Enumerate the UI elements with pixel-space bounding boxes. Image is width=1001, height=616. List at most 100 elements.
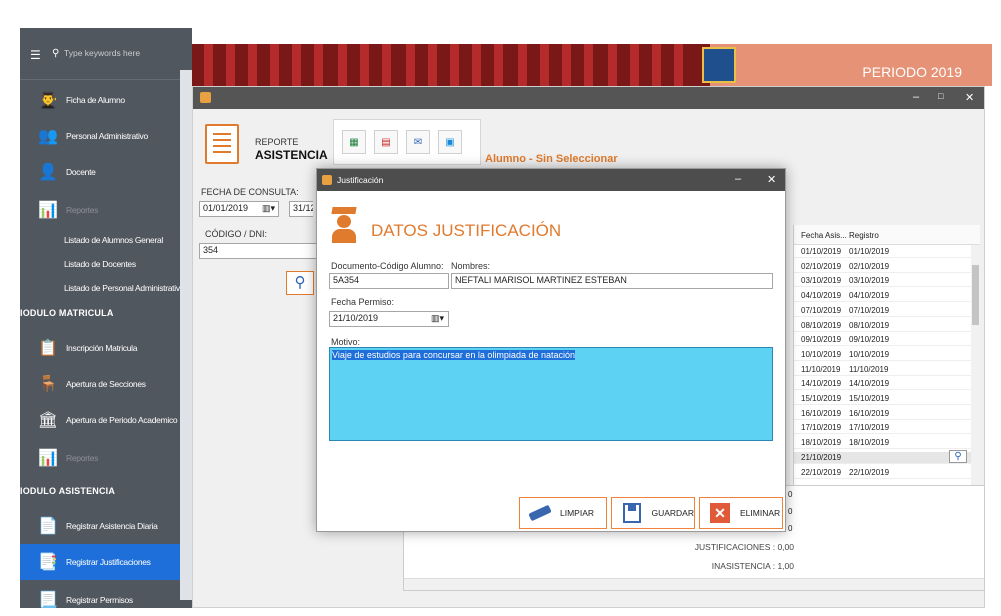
sidebar-item-personal-administrativo[interactable]: 👥 Personal Administrativo [20, 118, 182, 154]
close-button[interactable]: ✕ [965, 91, 974, 104]
nombres-input[interactable]: NEFTALI MARISOL MARTINEZ ESTEBAN [451, 273, 773, 289]
sidebar-item-apertura-periodo[interactable]: 🏛 Apertura de Periodo Academico [20, 402, 182, 438]
sidebar-item-docente[interactable]: 👤 Docente [20, 154, 182, 190]
sidebar-item-label: Reportes [66, 205, 99, 215]
sidebar-item-registrar-asistencia[interactable]: 📄 Registrar Asistencia Diaria [20, 508, 182, 544]
dialog-title: Justificación [337, 175, 384, 185]
fecha-permiso-value: 21/10/2019 [333, 313, 379, 323]
table-cell: 10/10/2019 [849, 349, 890, 359]
table-cell: 04/10/2019 [849, 291, 890, 301]
section-header-matricula[interactable]: IODULO MATRICULA ˄ [20, 308, 189, 318]
sidebar-item-inscripcion-matricula[interactable]: 📋 Inscripción Matricula [20, 330, 182, 366]
table-cell: 21/10/2019 [801, 452, 842, 462]
hamburger-icon[interactable]: ☰ [30, 48, 41, 62]
table-row[interactable]: 18/10/2019 18/10/2019 [794, 437, 972, 450]
total-value: 0 [788, 524, 793, 533]
close-button[interactable]: ✕ [767, 173, 776, 186]
maximize-button[interactable]: □ [938, 91, 943, 101]
sidebar-subitem-listado-docentes[interactable]: Listado de Docentes [64, 259, 136, 269]
table-row[interactable]: 17/10/2019 17/10/2019 [794, 422, 972, 435]
table-cell: 07/10/2019 [801, 305, 842, 315]
grid-scrollbar[interactable] [971, 245, 980, 485]
table-cell: 08/10/2019 [849, 320, 890, 330]
section-header-asistencia[interactable]: IODULO ASISTENCIA ˄ [20, 486, 186, 496]
sidebar-item-apertura-secciones[interactable]: 🪑 Apertura de Secciones [20, 366, 182, 402]
search-button[interactable]: ⚲ [286, 271, 314, 295]
table-row[interactable]: 03/10/2019 03/10/2019 [794, 275, 972, 288]
sidebar-subitem-listado-personal[interactable]: Listado de Personal Administrativo [64, 283, 185, 293]
attendance-grid: Fecha Asis... Registro 01/10/2019 01/10/2… [793, 225, 980, 485]
sidebar-item-ficha-alumno[interactable]: 👨‍🎓 Ficha de Alumno [20, 82, 182, 118]
sidebar-item-reportes-matricula[interactable]: 📊 Reportes [20, 440, 182, 476]
calendar-dropdown-icon[interactable]: ▥▾ [262, 203, 275, 214]
table-row[interactable]: 02/10/2019 02/10/2019 [794, 261, 972, 273]
button-label: LIMPIAR [560, 508, 595, 518]
motivo-text: Viaje de estudios para concursar en la o… [332, 350, 575, 360]
table-row[interactable]: 01/10/2019 01/10/2019 [794, 246, 972, 258]
horizontal-scrollbar[interactable] [404, 578, 984, 590]
delete-icon: ✕ [708, 501, 732, 525]
documento-input[interactable]: 5A354 [329, 273, 449, 289]
table-cell: 22/10/2019 [849, 467, 890, 477]
table-cell: 04/10/2019 [801, 291, 842, 301]
table-row[interactable]: 22/10/2019 22/10/2019 [794, 467, 972, 479]
table-cell: 01/10/2019 [849, 247, 890, 256]
send-email-icon[interactable]: ✉ [406, 130, 430, 154]
reports-icon: 📊 [38, 202, 58, 219]
fecha-desde-value: 01/01/2019 [203, 203, 249, 213]
guardar-button[interactable]: GUARDAR [611, 497, 695, 529]
sidebar-item-reportes[interactable]: 📊 Reportes [20, 192, 182, 228]
motivo-textarea[interactable]: Viaje de estudios para concursar en la o… [329, 347, 773, 441]
table-row[interactable]: 15/10/2019 15/10/2019 [794, 393, 972, 405]
calendar-dropdown-icon[interactable]: ▥▾ [431, 313, 444, 324]
window-titlebar: – □ ✕ [193, 87, 984, 109]
row-search-icon[interactable]: ⚲ [949, 449, 967, 463]
limpiar-button[interactable]: LIMPIAR [519, 497, 607, 529]
fecha-hasta-picker[interactable]: 31/12/ [289, 201, 313, 217]
codigo-input[interactable]: 354 [199, 243, 317, 259]
export-pdf-icon[interactable]: ▤ [374, 130, 398, 154]
table-row[interactable]: 11/10/2019 11/10/2019 [794, 364, 972, 376]
table-row[interactable]: 14/10/2019 14/10/2019 [794, 378, 972, 391]
table-row[interactable]: 08/10/2019 08/10/2019 [794, 320, 972, 332]
table-cell: 03/10/2019 [849, 276, 890, 286]
sidebar-item-label: Personal Administrativo [66, 131, 148, 141]
minimize-button[interactable]: – [913, 91, 919, 103]
attendance-icon: 📄 [38, 518, 58, 535]
sidebar-scrollbar[interactable] [180, 70, 192, 600]
student-icon: 👨‍🎓 [38, 92, 58, 109]
preview-icon[interactable]: ▣ [438, 130, 462, 154]
search-icon: ⚲ [52, 48, 60, 59]
table-cell: 14/10/2019 [801, 379, 842, 389]
table-row[interactable]: 07/10/2019 07/10/2019 [794, 305, 972, 317]
table-row[interactable]: 04/10/2019 04/10/2019 [794, 290, 972, 303]
report-document-icon [205, 124, 239, 164]
eraser-icon [528, 501, 552, 525]
sidebar-item-registrar-justificaciones[interactable]: 📑 Registrar Justificaciones [20, 544, 182, 580]
fecha-permiso-picker[interactable]: 21/10/2019 ▥▾ [329, 311, 449, 327]
justificaciones-total: JUSTIFICACIONES : 0,00 [694, 542, 794, 552]
table-row[interactable]: 09/10/2019 09/10/2019 [794, 334, 972, 347]
table-row[interactable]: 16/10/2019 16/10/2019 [794, 408, 972, 420]
sidebar-search[interactable]: ☰ ⚲ Type keywords here [20, 28, 192, 80]
sidebar-item-registrar-permisos[interactable]: 📃 Registrar Permisos [20, 582, 182, 608]
enrollment-icon: 📋 [38, 340, 58, 357]
section-title: IODULO ASISTENCIA [20, 486, 115, 496]
minimize-button[interactable]: – [735, 173, 741, 185]
inasistencia-total: INASISTENCIA : 1,00 [711, 561, 794, 571]
table-row[interactable]: 10/10/2019 10/10/2019 [794, 349, 972, 361]
export-excel-icon[interactable]: ▦ [342, 130, 366, 154]
sidebar: ☰ ⚲ Type keywords here 👨‍🎓 Ficha de Alum… [20, 28, 192, 608]
scroll-thumb[interactable] [972, 265, 979, 325]
table-row[interactable]: 21/10/2019 ⚲ [794, 449, 972, 464]
table-cell: 18/10/2019 [849, 438, 890, 448]
column-header[interactable]: Registro [849, 231, 879, 240]
section-title: IODULO MATRICULA [20, 308, 114, 318]
sidebar-subitem-listado-alumnos[interactable]: Listado de Alumnos General [64, 235, 163, 245]
column-header[interactable]: Fecha Asis... [801, 231, 847, 240]
search-placeholder[interactable]: Type keywords here [64, 48, 140, 58]
eliminar-button[interactable]: ✕ ELIMINAR [699, 497, 783, 529]
sidebar-item-label: Ficha de Alumno [66, 95, 125, 105]
periodo-label: PERIODO 2019 [862, 64, 962, 80]
fecha-desde-picker[interactable]: 01/01/2019 ▥▾ [199, 201, 279, 217]
